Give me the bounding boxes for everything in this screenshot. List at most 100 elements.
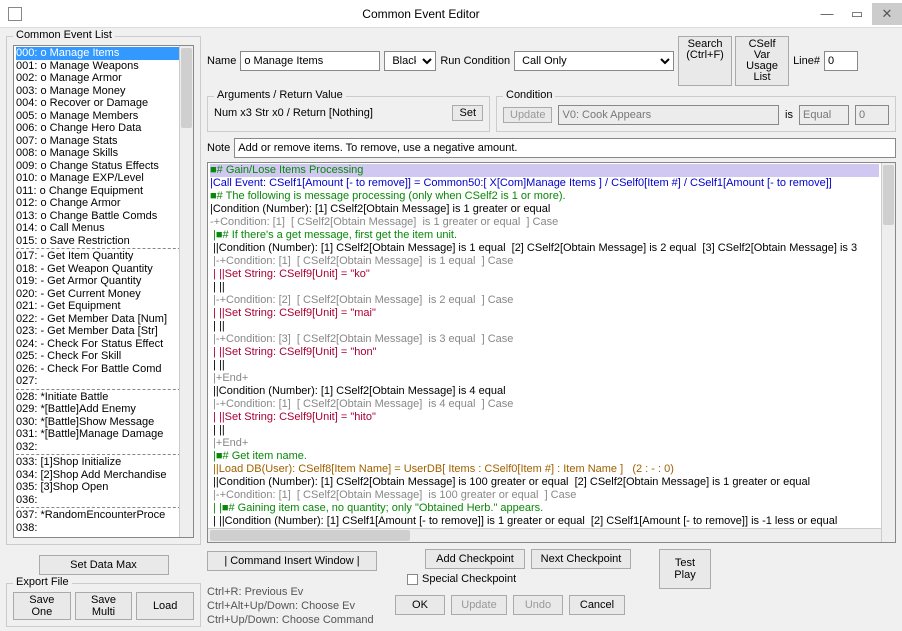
list-item[interactable]: 028: *Initiate Battle [16, 391, 191, 404]
ok-button[interactable]: OK [395, 595, 445, 615]
code-line[interactable]: ||Condition (Number): [1] CSelf2[Obtain … [210, 476, 879, 489]
code-line[interactable]: | ||Set String: CSelf9[Unit] = "mai" [210, 307, 879, 320]
list-item[interactable]: 009: o Change Status Effects [16, 160, 191, 173]
list-item[interactable]: 010: o Manage EXP/Level [16, 172, 191, 185]
test-play-button[interactable]: Test Play [659, 549, 711, 589]
code-line[interactable]: | || [210, 281, 879, 294]
list-item[interactable]: 024: - Check For Status Effect [16, 338, 191, 351]
code-line[interactable]: | || [210, 424, 879, 437]
list-item[interactable]: 038: [16, 522, 191, 535]
list-item[interactable]: 003: o Manage Money [16, 85, 191, 98]
list-item[interactable]: 031: *[Battle]Manage Damage [16, 428, 191, 441]
add-checkpoint-button[interactable]: Add Checkpoint [425, 549, 525, 569]
command-insert-window-button[interactable]: | Command Insert Window | [207, 551, 377, 571]
list-item[interactable]: 014: o Call Menus [16, 222, 191, 235]
list-item[interactable]: 013: o Change Battle Comds [16, 210, 191, 223]
list-item[interactable]: 034: [2]Shop Add Merchandise [16, 469, 191, 482]
code-line[interactable]: ||Load DB(User): CSelf8[Item Name] = Use… [210, 463, 879, 476]
list-item[interactable]: 025: - Check For Skill [16, 350, 191, 363]
list-item[interactable]: 006: o Change Hero Data [16, 122, 191, 135]
list-item[interactable]: 022: - Get Member Data [Num] [16, 313, 191, 326]
code-line[interactable]: | || [210, 320, 879, 333]
code-line[interactable]: |+End+ [210, 372, 879, 385]
code-line[interactable]: |-+Condition: [3] [ CSelf2[Obtain Messag… [210, 333, 879, 346]
list-item[interactable]: 020: - Get Current Money [16, 288, 191, 301]
list-item[interactable]: 000: o Manage Items [16, 47, 191, 60]
special-checkpoint-label: Special Checkpoint [422, 573, 516, 585]
code-line[interactable]: |■# If there's a get message, first get … [210, 229, 879, 242]
list-item[interactable]: 033: [1]Shop Initialize [16, 456, 191, 469]
list-item[interactable]: 027: [16, 375, 191, 388]
code-line[interactable]: | |■# Gaining item case, no quantity; on… [210, 502, 879, 515]
line-number-input[interactable] [824, 51, 858, 71]
list-item[interactable]: 030: *[Battle]Show Message [16, 416, 191, 429]
run-condition-select[interactable]: Call Only [514, 51, 674, 71]
undo-button[interactable]: Undo [513, 595, 563, 615]
list-item[interactable]: 018: - Get Weapon Quantity [16, 263, 191, 276]
list-item[interactable]: 002: o Manage Armor [16, 72, 191, 85]
list-item[interactable]: 017: - Get Item Quantity [16, 250, 191, 263]
list-item[interactable]: 008: o Manage Skills [16, 147, 191, 160]
list-item[interactable]: 036: [16, 494, 191, 507]
close-button[interactable]: ✕ [872, 3, 902, 25]
list-item[interactable]: 001: o Manage Weapons [16, 60, 191, 73]
save-one-button[interactable]: Save One [13, 592, 71, 620]
condition-op-input [799, 105, 849, 125]
code-line[interactable]: |-+Condition: [1] [ CSelf2[Obtain Messag… [210, 255, 879, 268]
code-line[interactable]: ||Condition (Number): [1] CSelf2[Obtain … [210, 385, 879, 398]
note-input[interactable] [234, 138, 896, 158]
name-input[interactable] [240, 51, 380, 71]
condition-update-button[interactable]: Update [503, 107, 552, 123]
list-item[interactable]: 026: - Check For Battle Comd [16, 363, 191, 376]
next-checkpoint-button[interactable]: Next Checkpoint [531, 549, 631, 569]
event-listbox[interactable]: 000: o Manage Items001: o Manage Weapons… [13, 45, 194, 538]
minimize-button[interactable]: — [812, 3, 842, 25]
event-list-scrollbar[interactable] [179, 46, 193, 537]
code-line[interactable]: | ||Condition (Number): [1] CSelf1[Amoun… [210, 515, 879, 528]
code-line[interactable]: |-+Condition: [1] [ CSelf2[Obtain Messag… [210, 489, 879, 502]
code-line[interactable]: | ||Set String: CSelf9[Unit] = "ko" [210, 268, 879, 281]
update-button[interactable]: Update [451, 595, 507, 615]
color-select[interactable]: Black [384, 51, 436, 71]
code-line[interactable]: | || [210, 359, 879, 372]
list-item[interactable]: 005: o Manage Members [16, 110, 191, 123]
code-line[interactable]: |Condition (Number): [1] CSelf2[Obtain M… [210, 203, 879, 216]
list-item[interactable]: 029: *[Battle]Add Enemy [16, 403, 191, 416]
code-line[interactable]: -+Condition: [1] [ CSelf2[Obtain Message… [210, 216, 879, 229]
editor-scrollbar-v[interactable] [881, 163, 895, 542]
set-data-max-button[interactable]: Set Data Max [39, 555, 169, 575]
special-checkpoint-checkbox[interactable]: Special Checkpoint [407, 573, 631, 585]
titlebar: Common Event Editor — ▭ ✕ [0, 0, 902, 28]
save-multi-button[interactable]: Save Multi [75, 592, 133, 620]
code-line[interactable]: ■# The following is message processing (… [210, 190, 879, 203]
code-line[interactable]: ||Condition (Number): [1] CSelf2[Obtain … [210, 242, 879, 255]
search-button[interactable]: Search (Ctrl+F) [678, 36, 732, 86]
list-item[interactable]: 035: [3]Shop Open [16, 481, 191, 494]
code-line[interactable]: |Call Event: CSelf1[Amount [- to remove]… [210, 177, 879, 190]
code-line[interactable]: ■# Gain/Lose Items Processing [210, 164, 879, 177]
condition-legend: Condition [503, 89, 555, 101]
list-item[interactable]: 011: o Change Equipment [16, 185, 191, 198]
list-item[interactable]: 019: - Get Armor Quantity [16, 275, 191, 288]
maximize-button[interactable]: ▭ [842, 3, 872, 25]
list-item[interactable]: 037: *RandomEncounterProce [16, 509, 191, 522]
code-line[interactable]: |+End+ [210, 437, 879, 450]
list-item[interactable]: 012: o Change Armor [16, 197, 191, 210]
editor-scrollbar-h[interactable] [208, 528, 881, 542]
args-set-button[interactable]: Set [452, 105, 483, 121]
list-item[interactable]: 021: - Get Equipment [16, 300, 191, 313]
cself-var-usage-button[interactable]: CSelf Var Usage List [735, 36, 789, 86]
command-editor[interactable]: ■# Gain/Lose Items Processing|Call Event… [207, 162, 896, 543]
list-item[interactable]: 015: o Save Restriction [16, 235, 191, 248]
list-item[interactable]: 032: [16, 441, 191, 454]
code-line[interactable]: | ||Set String: CSelf9[Unit] = "hon" [210, 346, 879, 359]
code-line[interactable]: |-+Condition: [2] [ CSelf2[Obtain Messag… [210, 294, 879, 307]
list-item[interactable]: 004: o Recover or Damage [16, 97, 191, 110]
list-item[interactable]: 023: - Get Member Data [Str] [16, 325, 191, 338]
code-line[interactable]: |-+Condition: [1] [ CSelf2[Obtain Messag… [210, 398, 879, 411]
load-button[interactable]: Load [136, 592, 194, 620]
cancel-button[interactable]: Cancel [569, 595, 625, 615]
code-line[interactable]: | ||Set String: CSelf9[Unit] = "hito" [210, 411, 879, 424]
list-item[interactable]: 007: o Manage Stats [16, 135, 191, 148]
code-line[interactable]: |■# Get item name. [210, 450, 879, 463]
